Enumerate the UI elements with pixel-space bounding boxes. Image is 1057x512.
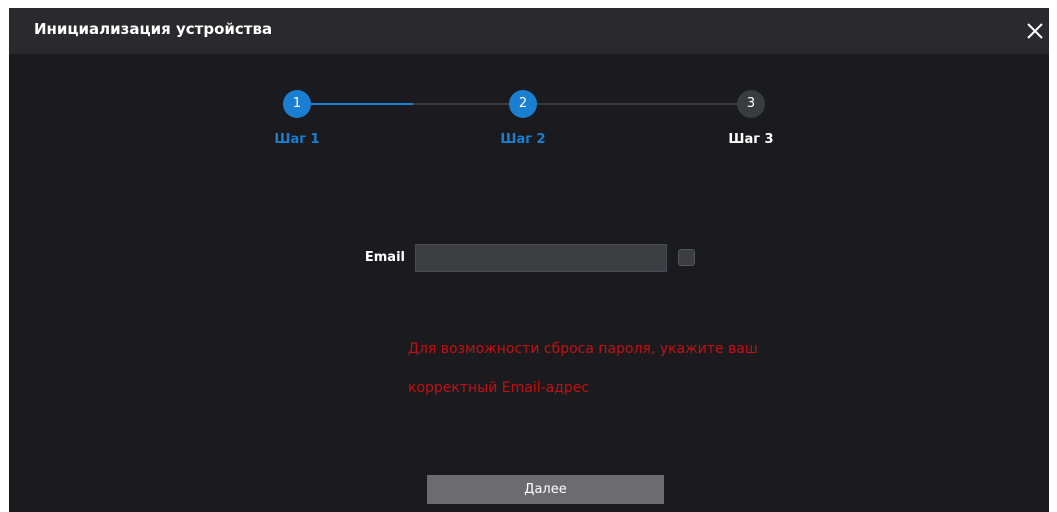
close-icon[interactable] [1025, 21, 1045, 41]
step-1-number: 1 [292, 96, 302, 111]
step-3-marker: 3 [737, 90, 765, 118]
close-icon-glyph [1027, 23, 1043, 39]
step-connector-1-progress [297, 103, 413, 105]
step-connector-2 [536, 103, 749, 105]
email-checkbox[interactable] [678, 249, 695, 266]
step-2-number: 2 [518, 96, 528, 111]
next-button[interactable]: Далее [427, 475, 664, 504]
hint-line-2: корректный Email-адрес [408, 380, 590, 396]
step-3-number: 3 [746, 96, 756, 111]
email-label: Email [364, 250, 405, 265]
step-2-marker: 2 [509, 90, 537, 118]
step-3-label: Шаг 3 [728, 132, 774, 147]
init-dialog: Инициализация устройства 1 2 3 Шаг 1 Шаг… [9, 8, 1049, 512]
step-1-marker: 1 [283, 90, 311, 118]
step-2-label: Шаг 2 [500, 132, 546, 147]
dialog-title: Инициализация устройства [34, 20, 273, 38]
step-connector-1-rest [413, 103, 519, 105]
hint-line-1: Для возможности сброса пароля, укажите в… [408, 341, 758, 357]
email-field[interactable] [415, 244, 667, 272]
step-1-label: Шаг 1 [274, 132, 320, 147]
dialog-header: Инициализация устройства [9, 8, 1049, 54]
